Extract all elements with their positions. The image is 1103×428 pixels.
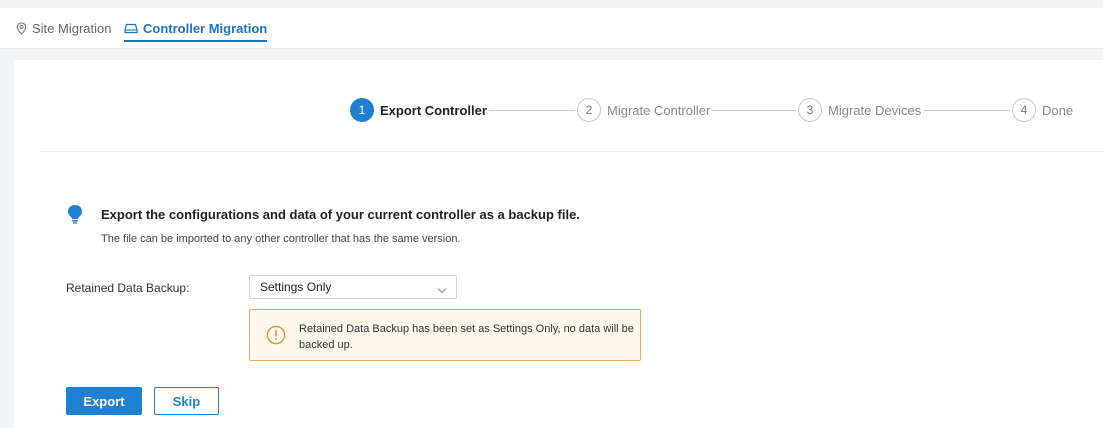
step-connector [712, 110, 796, 111]
active-tab-indicator [124, 40, 268, 42]
warning-icon [266, 325, 286, 350]
step-3-number: 3 [798, 98, 822, 122]
section-divider [40, 151, 1103, 152]
tab-controller-migration-label: Controller Migration [143, 20, 268, 36]
step-export-controller: 1 Export Controller [350, 96, 487, 124]
warning-text: Retained Data Backup has been set as Set… [299, 323, 634, 351]
info-subline: The file can be imported to any other co… [101, 233, 461, 245]
step-migrate-devices: 3 Migrate Devices [798, 96, 921, 124]
step-done: 4 Done [1012, 96, 1073, 124]
retained-data-backup-select[interactable]: Settings Only [249, 275, 457, 299]
info-headline: Export the configurations and data of yo… [101, 207, 580, 222]
step-connector [924, 110, 1010, 111]
step-3-label: Migrate Devices [828, 102, 922, 118]
migration-panel: 1 Export Controller 2 Migrate Controller… [14, 60, 1103, 428]
skip-button[interactable]: Skip [154, 387, 219, 415]
retained-data-backup-value: Settings Only [260, 280, 332, 294]
step-progress: 1 Export Controller 2 Migrate Controller… [14, 96, 1103, 124]
tab-site-migration-label: Site Migration [32, 20, 112, 36]
top-tab-bar: Site Migration Controller Migration [0, 8, 1103, 49]
retained-data-backup-label: Retained Data Backup: [66, 281, 190, 295]
step-1-label: Export Controller [380, 102, 487, 118]
warning-box: Retained Data Backup has been set as Set… [249, 309, 641, 361]
lightbulb-icon [66, 204, 84, 229]
step-2-label: Migrate Controller [607, 102, 711, 118]
step-migrate-controller: 2 Migrate Controller [577, 96, 710, 124]
location-pin-icon [16, 21, 27, 35]
step-connector [489, 110, 575, 111]
chevron-down-icon [437, 283, 447, 297]
step-4-label: Done [1042, 102, 1074, 118]
step-2-number: 2 [577, 98, 601, 122]
tab-controller-migration[interactable]: Controller Migration [124, 8, 268, 48]
step-4-number: 4 [1012, 98, 1036, 122]
tab-site-migration[interactable]: Site Migration [16, 8, 111, 48]
controller-icon [124, 23, 138, 34]
export-button[interactable]: Export [66, 387, 142, 415]
step-1-number: 1 [350, 98, 374, 122]
